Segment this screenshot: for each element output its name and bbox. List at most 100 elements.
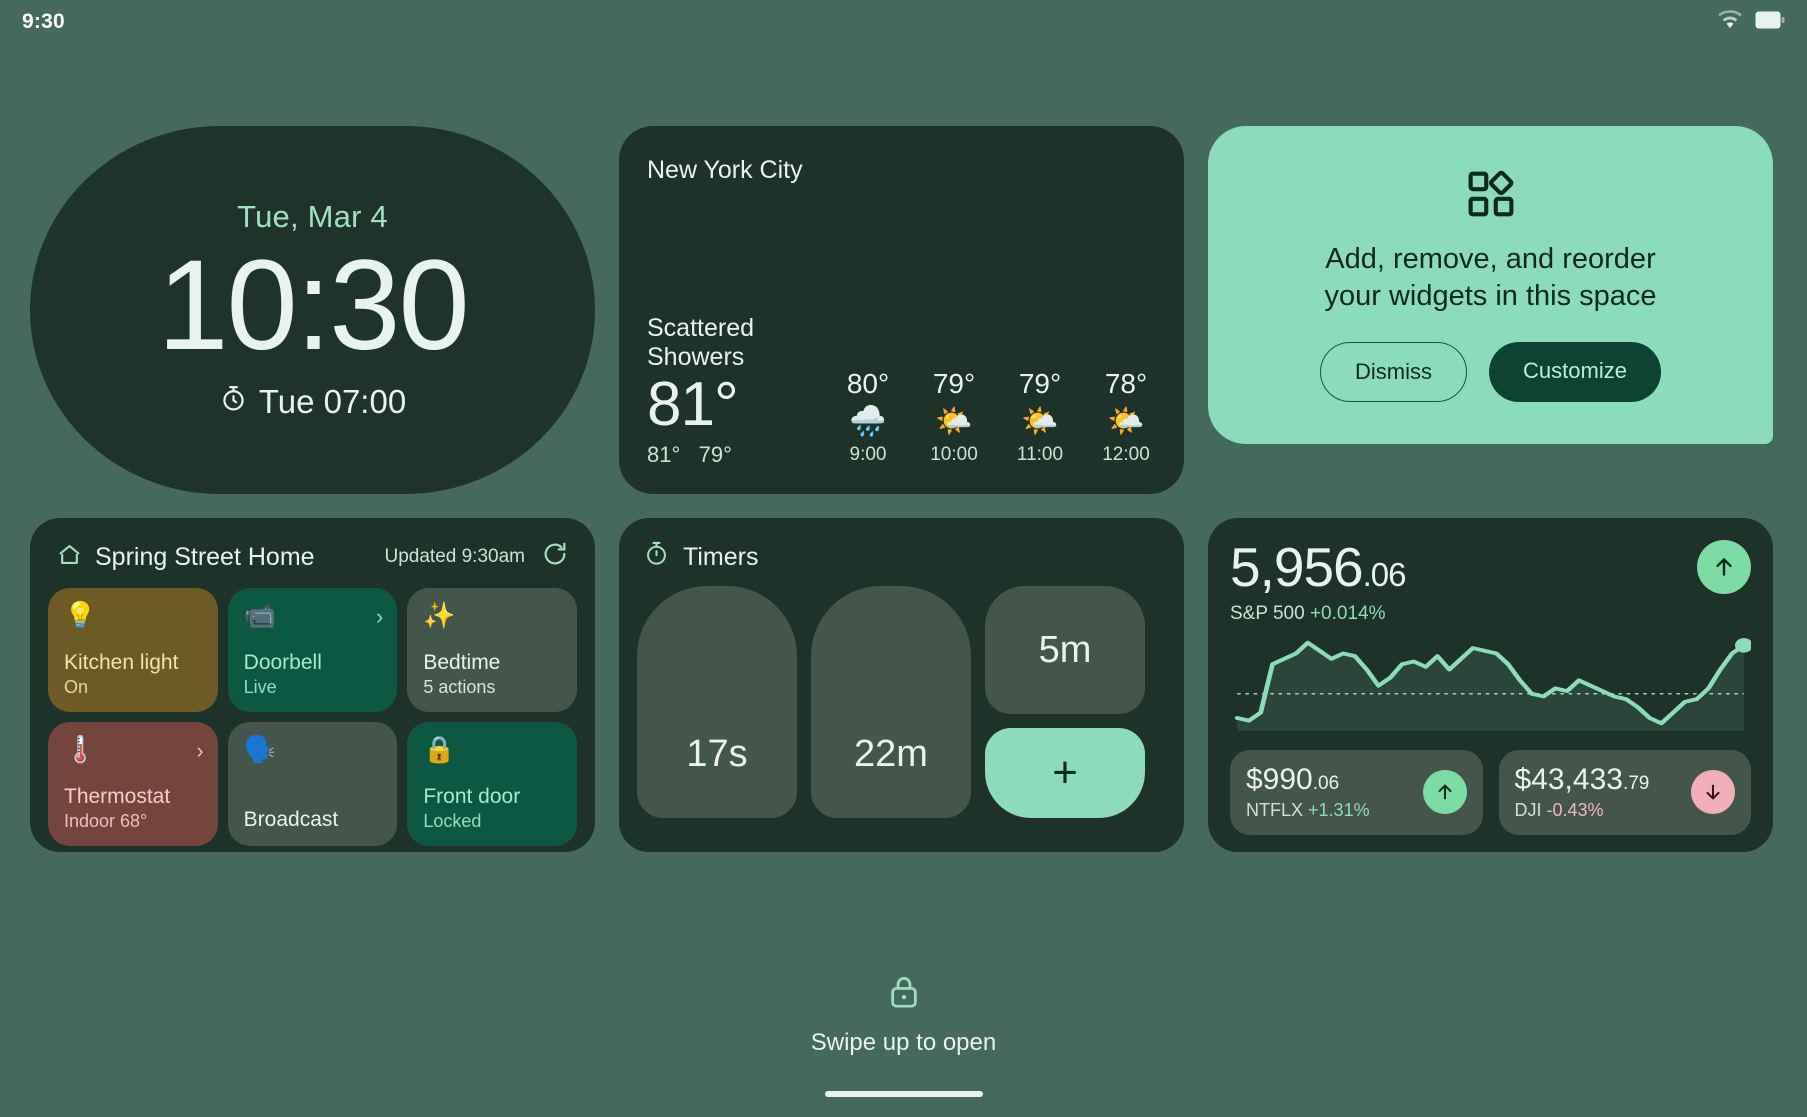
weather-low: 79°	[698, 442, 732, 467]
weather-hour-temp: 80°	[846, 368, 890, 399]
home-widget-slot: Spring Street Home Updated 9:30am 💡 Kitc…	[30, 518, 595, 852]
weather-condition: Scattered Showers	[647, 314, 755, 371]
weather-city: New York City	[647, 156, 803, 184]
home-tile-text: Kitchen light On	[64, 651, 202, 698]
weather-current: Scattered Showers 81° 81° 79°	[647, 314, 838, 468]
weather-hour-time: 11:00	[1016, 444, 1064, 465]
stock-card-price-cents: .79	[1622, 773, 1650, 794]
weather-temperature: 81°	[647, 370, 739, 439]
stock-card-ticker-row: NTFLX +1.31%	[1246, 800, 1370, 821]
home-tile-kitchen-light[interactable]: 💡 Kitchen light On	[48, 588, 218, 712]
weather-high: 81°	[647, 442, 681, 467]
stocks-index-name: S&P 500	[1230, 603, 1305, 624]
home-tile-broadcast[interactable]: 🗣️ Broadcast	[227, 722, 398, 846]
home-tile-front-door[interactable]: 🔒 Front door Locked	[407, 722, 577, 846]
swipe-up-text: Swipe up to open	[810, 1029, 997, 1056]
home-tile-name: Doorbell	[243, 650, 322, 674]
stock-card-price-cents: .06	[1312, 773, 1340, 794]
lock-icon	[887, 972, 921, 1017]
chevron-right-icon[interactable]: ›	[196, 738, 203, 764]
promo-message-line1: Add, remove, and reorder	[1325, 243, 1656, 276]
lock-icon: 🔒	[423, 734, 456, 764]
home-tile-status: 5 actions	[423, 677, 496, 697]
weather-hour-temp: 78°	[1104, 368, 1148, 399]
timer-item-2[interactable]: 22m	[811, 586, 971, 818]
home-tile-thermostat[interactable]: 🌡️ › Thermostat Indoor 68°	[48, 722, 218, 846]
house-icon	[56, 541, 83, 573]
stocks-index-cents: .06	[1362, 556, 1407, 593]
home-tile-status: On	[64, 677, 89, 697]
status-bar-icons	[1717, 9, 1785, 35]
weather-hour-1: 80° 🌧️ 9:00	[838, 368, 898, 466]
stocks-index-sub: S&P 500 +0.014%	[1230, 603, 1406, 625]
widget-row-1: Tue, Mar 4 10:30 Tue 07:00 New York City…	[30, 126, 1777, 494]
weather-widget[interactable]: New York City Scattered Showers 81° 81° …	[619, 126, 1184, 494]
add-timer-button[interactable]: +	[985, 728, 1145, 818]
timer-item-3[interactable]: 5m	[985, 586, 1145, 714]
sun-behind-cloud-icon: 🌤️	[935, 405, 973, 438]
stock-card-ticker-row: DJI -0.43%	[1515, 800, 1650, 821]
arrow-down-icon	[1691, 770, 1735, 815]
widget-grid: Tue, Mar 4 10:30 Tue 07:00 New York City…	[30, 126, 1777, 852]
battery-icon	[1755, 11, 1785, 34]
clock-time: 10:30	[157, 233, 469, 377]
widgets-icon	[1465, 168, 1517, 225]
sparkle-icon: ✨	[423, 600, 456, 630]
widgets-promo-slot: Add, remove, and reorder your widgets in…	[1208, 126, 1773, 494]
clock-alarm: Tue 07:00	[219, 383, 406, 421]
timer-item-1[interactable]: 17s	[637, 586, 797, 818]
home-tile-text: Broadcast	[244, 808, 382, 832]
stock-card-ticker: DJI	[1514, 799, 1542, 820]
refresh-icon[interactable]	[541, 540, 569, 574]
home-tile-status: Locked	[423, 811, 482, 831]
lock-footer: Swipe up to open	[0, 972, 1807, 1117]
stock-card-change: -0.43%	[1546, 799, 1604, 820]
weather-hour-temp: 79°	[1018, 368, 1062, 399]
weather-hour-time: 9:00	[849, 444, 887, 465]
dismiss-button[interactable]: Dismiss	[1320, 341, 1468, 402]
thermostat-icon: 🌡️	[64, 734, 97, 764]
home-tile-doorbell[interactable]: 📹 › Doorbell Live	[227, 588, 398, 712]
home-title: Spring Street Home	[95, 542, 315, 571]
weather-details: Scattered Showers 81° 81° 79° 80° 🌧️ 9:00 7…	[647, 314, 1156, 468]
weather-high-low: 81° 79°	[647, 442, 838, 468]
home-header: Spring Street Home Updated 9:30am	[48, 538, 577, 588]
clock-date: Tue, Mar 4	[237, 198, 388, 234]
timers-widget-slot: Timers 17s 22m 5m +	[619, 518, 1184, 852]
stock-card-change: +1.31%	[1308, 799, 1370, 820]
stock-card-price: $990.06	[1246, 763, 1340, 796]
clock-widget[interactable]: Tue, Mar 4 10:30 Tue 07:00	[30, 126, 595, 494]
stock-card-info: $43,433.79 DJI -0.43%	[1515, 764, 1650, 821]
stocks-widget-slot: 5,956.06 S&P 500 +0.014% $990.06 NTFLX +…	[1208, 518, 1773, 852]
weather-hour-time: 10:00	[930, 444, 978, 465]
home-widget: Spring Street Home Updated 9:30am 💡 Kitc…	[30, 518, 595, 852]
lightbulb-icon: 💡	[64, 600, 97, 630]
home-tile-bedtime[interactable]: ✨ Bedtime 5 actions	[407, 588, 577, 712]
video-camera-icon: 📹	[243, 600, 277, 630]
home-tile-text: Bedtime 5 actions	[423, 651, 561, 698]
sun-behind-cloud-icon: 🌤️	[1107, 405, 1145, 438]
home-tile-text: Front door Locked	[423, 785, 561, 832]
home-tile-status: Indoor 68°	[64, 811, 148, 831]
alarm-clock-icon	[219, 383, 248, 421]
chevron-right-icon[interactable]: ›	[376, 604, 383, 630]
timers-title: Timers	[683, 542, 759, 571]
promo-actions: Dismiss Customize	[1320, 341, 1661, 402]
stock-card-ntflx[interactable]: $990.06 NTFLX +1.31%	[1230, 750, 1483, 835]
widget-row-2: Spring Street Home Updated 9:30am 💡 Kitc…	[30, 518, 1777, 852]
arrow-up-icon	[1422, 770, 1467, 815]
promo-message-line2: your widgets in this space	[1324, 279, 1657, 312]
customize-button[interactable]: Customize	[1489, 341, 1661, 402]
timers-widget: Timers 17s 22m 5m +	[619, 518, 1184, 852]
home-tile-text: Thermostat Indoor 68°	[64, 785, 202, 832]
weather-hour-3: 79° 🌤️ 11:00	[1010, 368, 1070, 466]
stocks-index-change: +0.014%	[1309, 603, 1386, 624]
stocks-widget: 5,956.06 S&P 500 +0.014% $990.06 NTFLX +…	[1208, 518, 1773, 852]
status-bar-clock: 9:30	[22, 10, 65, 33]
stock-card-ticker: NTFLX	[1246, 799, 1304, 820]
home-indicator[interactable]	[824, 1091, 983, 1097]
weather-widget-slot: New York City Scattered Showers 81° 81° …	[619, 126, 1184, 494]
stock-card-dji[interactable]: $43,433.79 DJI -0.43%	[1498, 750, 1751, 835]
alarm-time: Tue 07:00	[258, 383, 407, 421]
stock-card-price: $43,433.79	[1514, 763, 1650, 796]
